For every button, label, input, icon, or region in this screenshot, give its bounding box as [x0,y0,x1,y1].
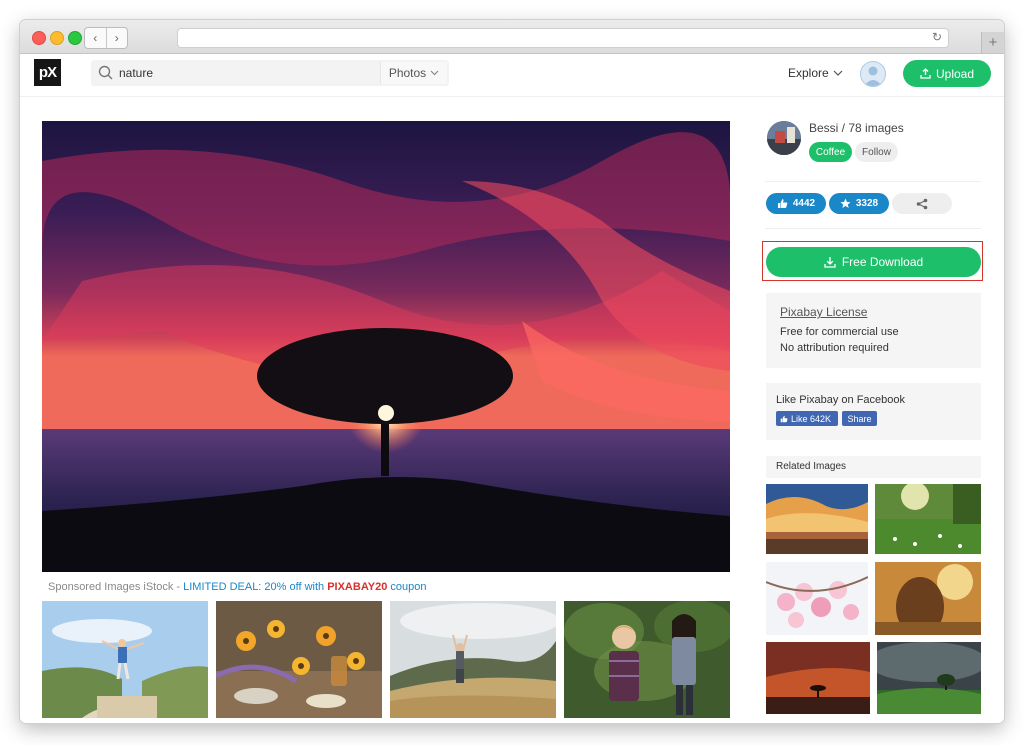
explore-label: Explore [788,66,829,80]
facebook-title: Like Pixabay on Facebook [776,394,906,406]
sponsored-prefix: Sponsored Images iStock - [48,581,184,593]
reload-icon[interactable]: ↻ [932,30,942,44]
download-icon [824,257,836,268]
thumbs-up-icon [780,415,788,422]
upload-icon [920,68,931,79]
search-bar[interactable]: nature Photos [91,60,449,86]
site-header: pX nature Photos Explore Upload [20,54,1004,96]
sponsored-thumb-herbs[interactable] [216,601,382,718]
minimize-window-button[interactable] [50,31,64,45]
related-thumb-clouds[interactable] [766,484,868,554]
chevron-down-icon [430,70,439,76]
close-window-button[interactable] [32,31,46,45]
upload-button[interactable]: Upload [903,60,991,87]
license-link[interactable]: Pixabay License [780,305,867,319]
author-avatar[interactable] [767,121,801,155]
author-name[interactable]: Bessi / 78 images [809,121,904,135]
sunset-tree-photo [42,121,730,572]
address-bar[interactable]: ↻ [177,28,949,48]
sponsored-thumb-kids[interactable] [564,601,730,718]
sponsored-thumbnails [42,601,730,721]
coupon-suffix[interactable]: coupon [387,581,426,593]
zoom-window-button[interactable] [68,31,82,45]
chevron-down-icon [833,70,843,76]
back-button[interactable]: ‹ [85,28,107,48]
related-thumb-sunset-tree[interactable] [766,642,870,714]
related-thumb-storm-field[interactable] [877,642,981,714]
facebook-like-label: Like 642K [791,413,832,424]
favorite-count: 3328 [855,198,879,209]
media-type-label: Photos [388,66,427,80]
forward-button[interactable]: › [107,28,128,48]
deal-text[interactable]: LIMITED DEAL: 20% off with [183,581,327,593]
facebook-box: Like Pixabay on Facebook Like 642K Share [766,383,981,440]
divider [765,228,981,229]
upload-label: Upload [935,66,975,81]
related-thumb-blossoms[interactable] [766,562,868,635]
related-thumb-meadow[interactable] [875,484,981,554]
like-count: 4442 [792,198,816,209]
main-photo[interactable] [42,121,730,572]
free-download-label: Free Download [841,255,924,269]
related-images-title: Related Images [776,461,847,472]
thumbs-up-icon [777,199,788,208]
browser-window: ‹ › ↻ + pX nature Photos Explore Upload [20,20,1004,723]
sponsored-thumb-beach[interactable] [42,601,208,718]
search-icon [98,65,113,80]
license-box: Pixabay License Free for commercial use … [766,293,981,368]
site-logo[interactable]: pX [34,59,61,86]
history-nav: ‹ › [84,27,128,49]
search-input[interactable]: nature [119,66,153,80]
like-button[interactable]: 4442 [766,193,826,214]
license-line-attribution: No attribution required [780,342,889,354]
follow-button[interactable]: Follow [855,142,898,162]
image-sidebar: Bessi / 78 images Coffee Follow 4442 332… [762,97,983,723]
user-avatar[interactable] [860,61,886,87]
free-download-button[interactable]: Free Download [766,247,981,277]
browser-titlebar: ‹ › ↻ + [20,20,1004,54]
coupon-code[interactable]: PIXABAY20 [327,581,387,593]
related-images-header: Related Images [766,456,981,478]
facebook-share-button[interactable]: Share [842,411,877,426]
sponsored-banner[interactable]: Sponsored Images iStock - LIMITED DEAL: … [48,581,426,593]
facebook-like-button[interactable]: Like 642K [776,411,838,426]
new-tab-button[interactable]: + [981,32,1004,53]
star-icon [840,198,851,208]
share-icon [916,198,928,209]
page-content: Sponsored Images iStock - LIMITED DEAL: … [20,96,1004,723]
media-type-dropdown[interactable]: Photos [380,62,447,84]
share-button[interactable] [892,193,952,214]
divider [765,181,981,182]
explore-menu[interactable]: Explore [788,66,843,80]
coffee-button[interactable]: Coffee [809,142,852,162]
favorite-button[interactable]: 3328 [829,193,889,214]
related-thumb-sunlit-hair[interactable] [875,562,981,635]
license-line-commercial: Free for commercial use [780,326,899,338]
sponsored-thumb-yoga[interactable] [390,601,556,718]
user-icon [864,66,882,86]
